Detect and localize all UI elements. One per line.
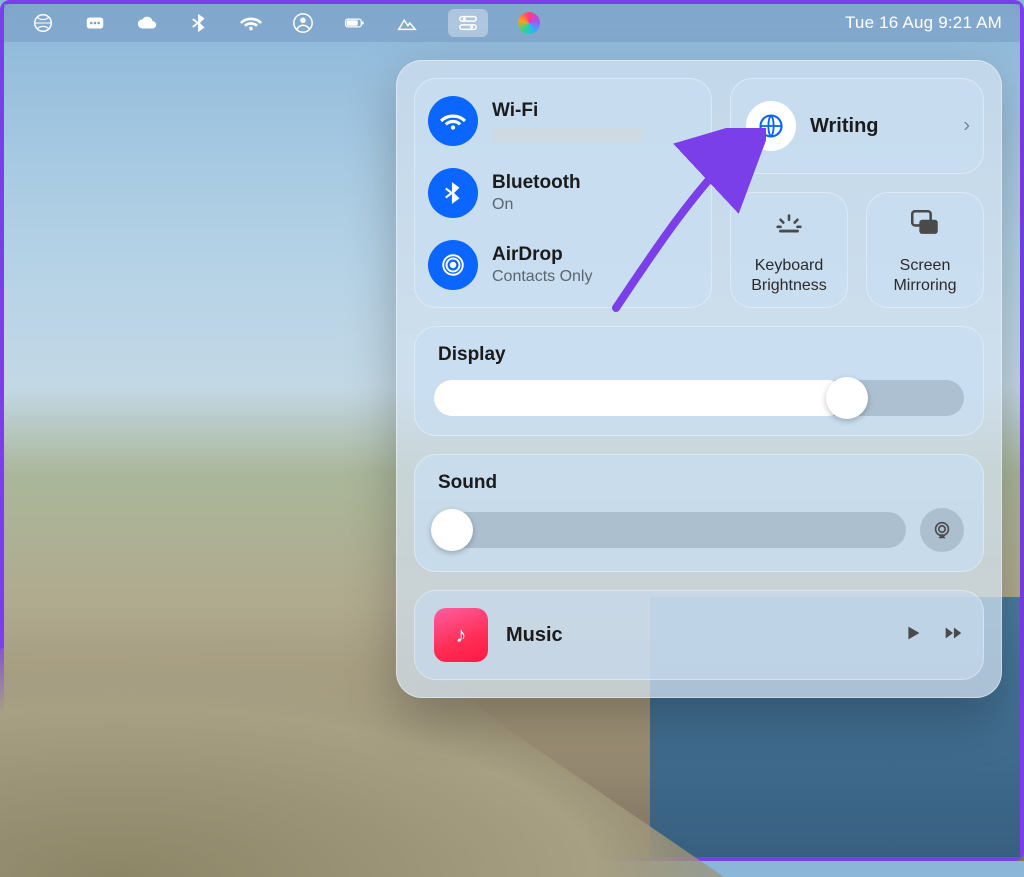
airdrop-status: Contacts Only xyxy=(492,268,592,286)
play-button[interactable] xyxy=(902,622,924,649)
airdrop-icon xyxy=(428,240,478,290)
sound-label: Sound xyxy=(438,472,964,494)
wifi-icon xyxy=(428,96,478,146)
chevron-right-icon: › xyxy=(963,115,970,138)
display-label: Display xyxy=(438,344,964,366)
airplay-audio-button[interactable] xyxy=(920,508,964,552)
siri-icon[interactable] xyxy=(518,12,540,34)
globe-icon xyxy=(746,101,796,151)
keyboard-brightness-icon xyxy=(772,207,806,246)
keyboard-brightness-button[interactable]: Keyboard Brightness xyxy=(730,192,848,308)
now-playing-module[interactable]: ♪ Music xyxy=(414,590,984,680)
menubar: Tue 16 Aug 9:21 AM xyxy=(4,4,1020,42)
now-playing-title: Music xyxy=(506,624,884,647)
bluetooth-toggle[interactable]: Bluetooth On xyxy=(428,168,698,218)
focus-module[interactable]: Writing › xyxy=(730,78,984,174)
control-center-menubar-icon[interactable] xyxy=(448,9,488,37)
wifi-menubar-icon[interactable] xyxy=(240,12,262,34)
mountain-icon[interactable] xyxy=(396,12,418,34)
wifi-title: Wi-Fi xyxy=(492,100,642,122)
screen-mirroring-label: Screen Mirroring xyxy=(874,256,976,294)
safari-icon[interactable] xyxy=(32,12,54,34)
wifi-toggle[interactable]: Wi-Fi xyxy=(428,96,698,146)
bluetooth-menubar-icon[interactable] xyxy=(188,12,210,34)
music-app-icon: ♪ xyxy=(434,608,488,662)
grid-icon[interactable] xyxy=(84,12,106,34)
menubar-clock[interactable]: Tue 16 Aug 9:21 AM xyxy=(845,13,1002,33)
network-module: Wi-Fi Bluetooth On AirDrop xyxy=(414,78,712,308)
bluetooth-title: Bluetooth xyxy=(492,172,581,194)
cloud-icon[interactable] xyxy=(136,12,158,34)
fast-forward-button[interactable] xyxy=(942,622,964,649)
focus-title: Writing xyxy=(810,115,879,138)
display-module: Display ☀︎ xyxy=(414,326,984,436)
screen-mirroring-button[interactable]: Screen Mirroring xyxy=(866,192,984,308)
keyboard-brightness-label: Keyboard Brightness xyxy=(738,256,840,294)
control-center-panel: Wi-Fi Bluetooth On AirDrop xyxy=(396,60,1002,698)
sound-module: Sound 🔇 xyxy=(414,454,984,572)
battery-icon[interactable] xyxy=(344,12,366,34)
wifi-network-name-redacted xyxy=(492,128,642,142)
bluetooth-status: On xyxy=(492,196,581,214)
airdrop-toggle[interactable]: AirDrop Contacts Only xyxy=(428,240,698,290)
screen-mirroring-icon xyxy=(908,207,942,246)
display-brightness-slider[interactable]: ☀︎ xyxy=(434,380,964,416)
sound-volume-slider[interactable]: 🔇 xyxy=(434,512,906,548)
airdrop-title: AirDrop xyxy=(492,244,592,266)
bluetooth-icon xyxy=(428,168,478,218)
user-icon[interactable] xyxy=(292,12,314,34)
